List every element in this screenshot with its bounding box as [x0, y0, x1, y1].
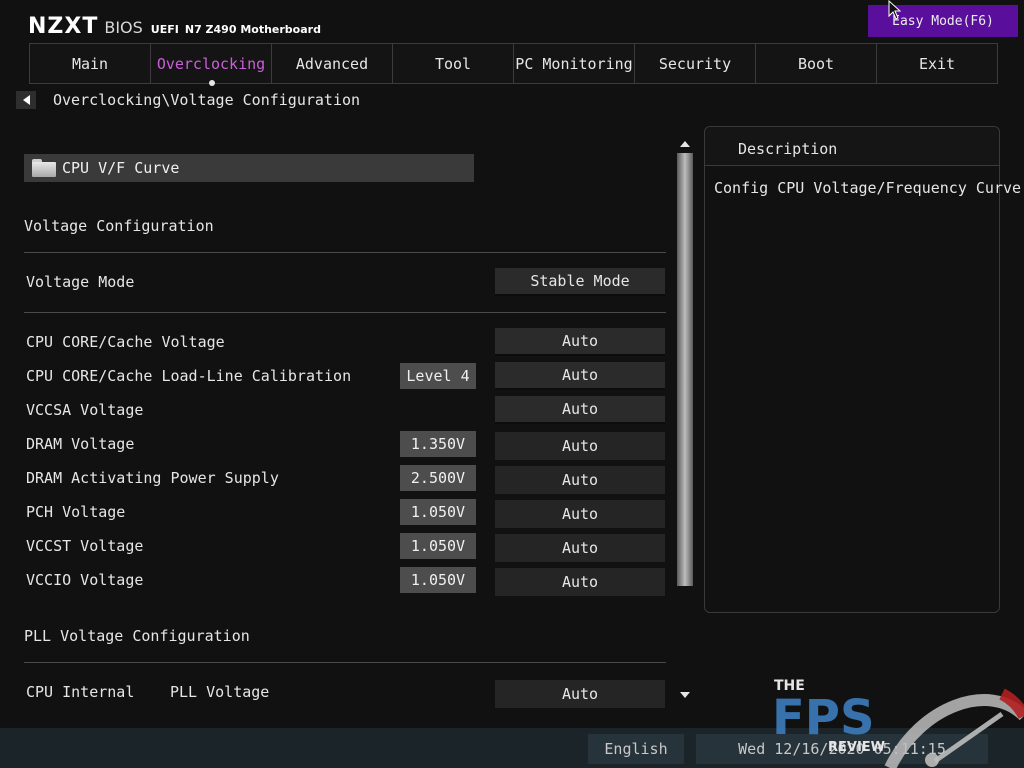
vccio-voltage-label: VCCIO Voltage	[26, 571, 144, 589]
description-panel	[704, 126, 1000, 613]
pch-voltage-label: PCH Voltage	[26, 503, 126, 521]
pch-voltage-current-value: 1.050V	[400, 499, 476, 525]
fps-review-watermark-logo: THE FPS REVIEW	[772, 678, 1024, 768]
tab-exit[interactable]: Exit	[876, 43, 998, 84]
scrollbar-thumb[interactable]	[677, 153, 693, 586]
brand-logo: NZXT	[28, 14, 99, 39]
dram-voltage-select[interactable]: Auto	[495, 432, 665, 460]
vccst-voltage-current-value: 1.050V	[400, 533, 476, 559]
tab-boot[interactable]: Boot	[755, 43, 877, 84]
watermark-review: REVIEW	[828, 740, 885, 755]
voltage-mode-label: Voltage Mode	[26, 273, 135, 291]
voltage-mode-select[interactable]: Stable Mode	[495, 268, 665, 296]
dram-voltage-label: DRAM Voltage	[26, 435, 135, 453]
cpu-llc-current-value: Level 4	[400, 363, 476, 389]
breadcrumb: Overclocking\Voltage Configuration	[53, 91, 361, 109]
tab-main[interactable]: Main	[29, 43, 151, 84]
uefi-label: UEFI	[150, 23, 179, 36]
dram-activating-power-select[interactable]: Auto	[495, 466, 665, 494]
dram-activating-power-label: DRAM Activating Power Supply	[26, 469, 279, 487]
vccsa-voltage-select[interactable]: Auto	[495, 396, 665, 424]
section-divider	[24, 252, 666, 253]
language-select[interactable]: English	[588, 734, 684, 764]
section-divider	[24, 662, 666, 663]
mouse-cursor-icon	[888, 0, 902, 20]
bios-label: BIOS	[104, 18, 143, 37]
bios-logo: NZXT BIOS UEFI N7 Z490 Motherboard	[28, 14, 321, 39]
cpu-internal-pll-voltage-select[interactable]: Auto	[495, 680, 665, 708]
vccio-voltage-select[interactable]: Auto	[495, 568, 665, 596]
description-title: Description	[738, 140, 838, 158]
description-text: Config CPU Voltage/Frequency Curve	[714, 179, 1022, 197]
dram-voltage-current-value: 1.350V	[400, 431, 476, 457]
cpu-vf-curve-submenu[interactable]: CPU V/F Curve	[24, 154, 474, 182]
tab-tool[interactable]: Tool	[392, 43, 514, 84]
cpu-llc-label: CPU CORE/Cache Load-Line Calibration	[26, 367, 352, 385]
scroll-down-arrow-icon[interactable]	[675, 687, 694, 703]
section-title-pll-voltage-configuration: PLL Voltage Configuration	[24, 627, 250, 645]
cpu-core-cache-voltage-label: CPU CORE/Cache Voltage	[26, 333, 225, 351]
section-divider	[24, 312, 666, 313]
tab-security[interactable]: Security	[634, 43, 756, 84]
cpu-llc-select[interactable]: Auto	[495, 362, 665, 390]
tab-pc-monitoring[interactable]: PC Monitoring	[513, 43, 635, 84]
motherboard-model: N7 Z490 Motherboard	[184, 23, 321, 36]
vccst-voltage-label: VCCST Voltage	[26, 537, 144, 555]
folder-icon	[32, 159, 56, 177]
vccst-voltage-select[interactable]: Auto	[495, 534, 665, 562]
tab-overclocking[interactable]: Overclocking	[150, 43, 272, 86]
pll-voltage-label: PLL Voltage	[170, 683, 270, 701]
section-title-voltage-configuration: Voltage Configuration	[24, 217, 214, 235]
vccio-voltage-current-value: 1.050V	[400, 567, 476, 593]
back-arrow-icon[interactable]	[16, 91, 36, 109]
submenu-label: CPU V/F Curve	[62, 159, 180, 177]
main-tab-bar: Main Overclocking Advanced Tool PC Monit…	[29, 43, 1005, 86]
scroll-up-arrow-icon[interactable]	[675, 136, 694, 152]
vccsa-voltage-label: VCCSA Voltage	[26, 401, 144, 419]
cpu-internal-label: CPU Internal	[26, 683, 135, 701]
pch-voltage-select[interactable]: Auto	[495, 500, 665, 528]
dram-activating-power-current-value: 2.500V	[400, 465, 476, 491]
cpu-core-cache-voltage-select[interactable]: Auto	[495, 328, 665, 356]
watermark-fps: FPS	[772, 690, 875, 746]
tab-advanced[interactable]: Advanced	[271, 43, 393, 84]
